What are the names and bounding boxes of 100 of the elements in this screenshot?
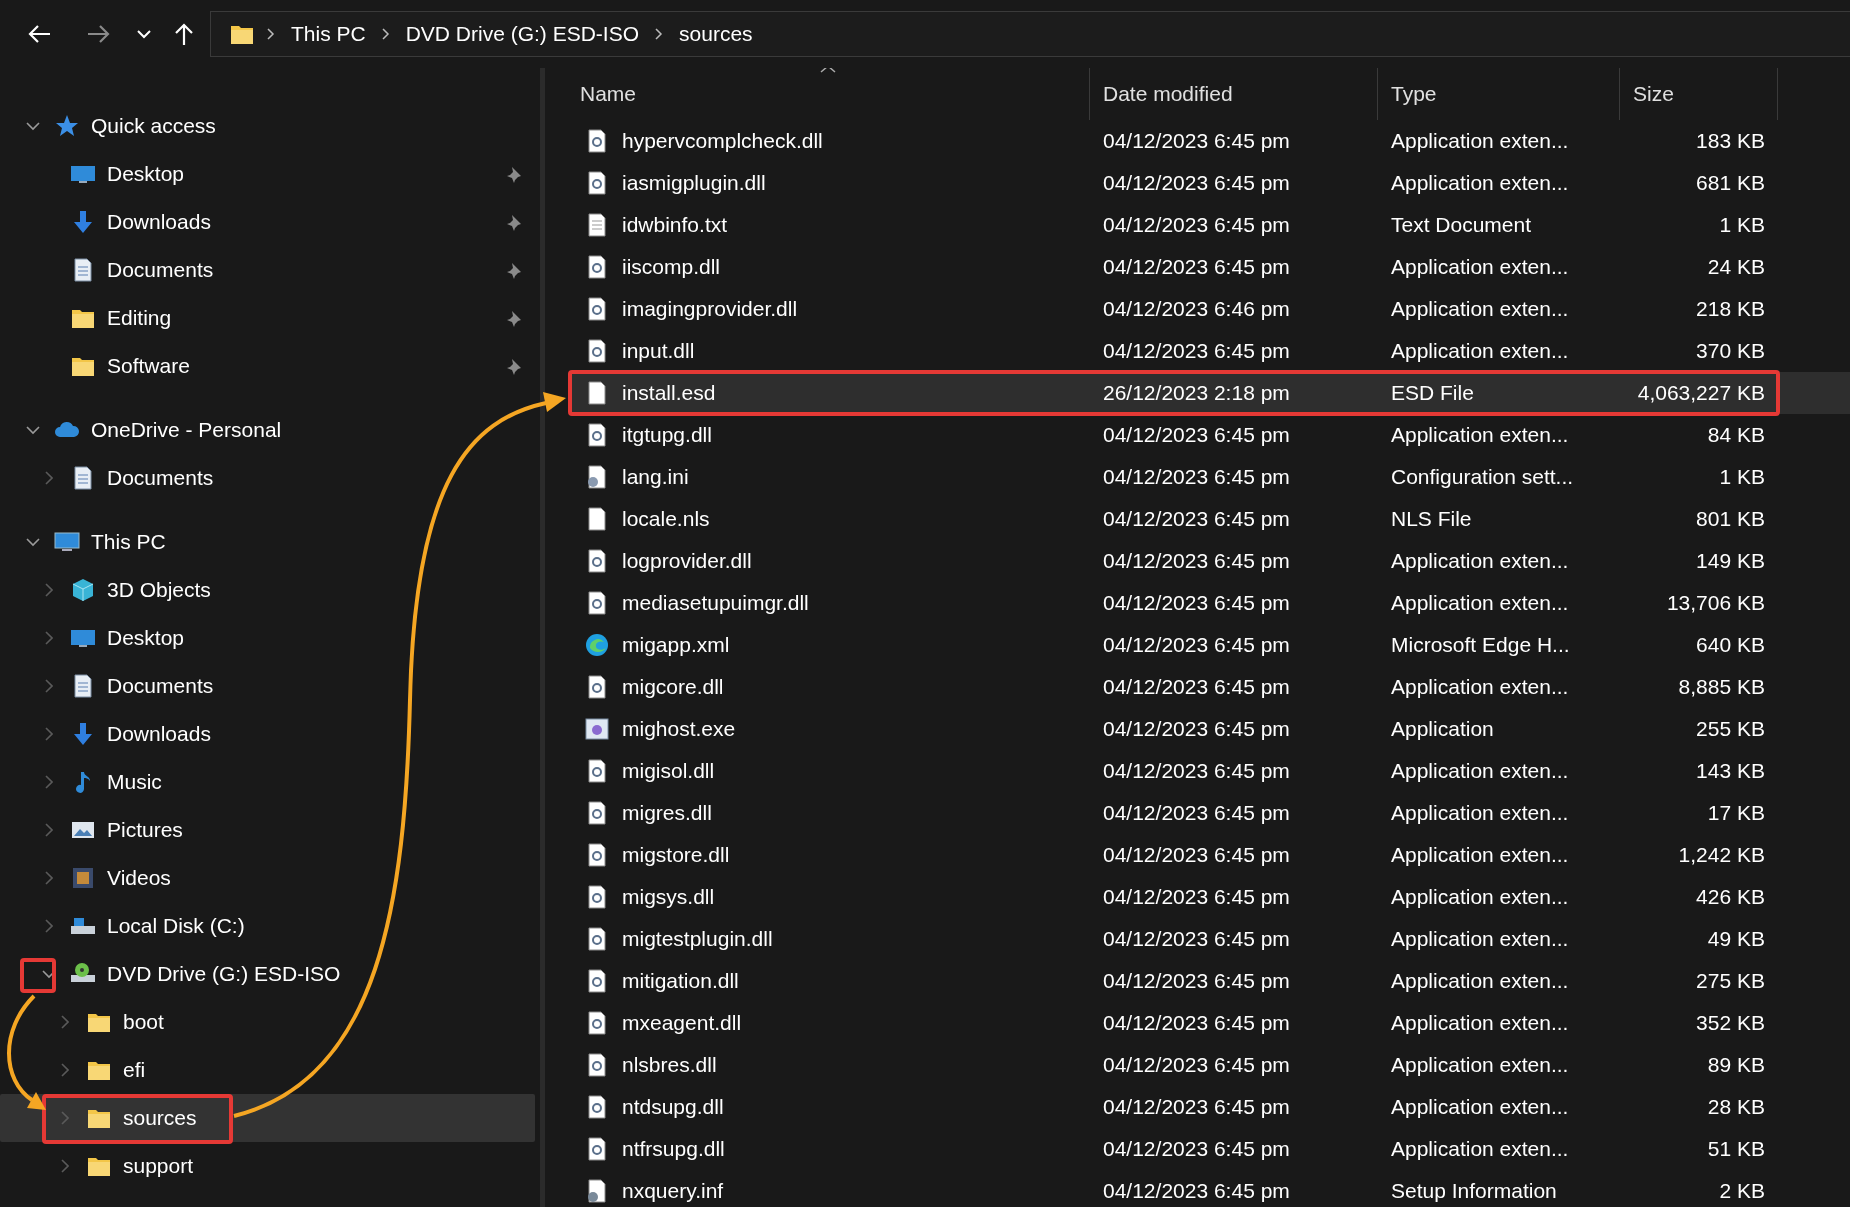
- sidebar-item[interactable]: Documents: [0, 246, 535, 294]
- date-cell-text: 04/12/2023 6:45 pm: [1102, 338, 1291, 364]
- column-header[interactable]: Type: [1378, 68, 1620, 120]
- file-row[interactable]: migisol.dll 04/12/2023 6:45 pm Application exten... 143 KB: [570, 750, 1850, 792]
- size-cell-text: 2 KB: [1718, 1178, 1766, 1204]
- column-header[interactable]: Name: [570, 68, 1090, 120]
- file-name: install.esd: [622, 381, 716, 405]
- forward-arrow-icon: [87, 24, 111, 44]
- file-row[interactable]: itgtupg.dll 04/12/2023 6:45 pm Application exten... 84 KB: [570, 414, 1850, 456]
- file-row[interactable]: migtestplugin.dll 04/12/2023 6:45 pm Application exten... 49 KB: [570, 918, 1850, 960]
- file-row[interactable]: mighost.exe 04/12/2023 6:45 pm Application 255 KB: [570, 708, 1850, 750]
- type-cell-text: Application exten...: [1390, 800, 1570, 826]
- chevron-right-icon[interactable]: [45, 631, 53, 645]
- type-cell-text: Setup Information: [1390, 1178, 1558, 1204]
- sidebar-item[interactable]: 3D Objects: [0, 566, 535, 614]
- file-row[interactable]: migres.dll 04/12/2023 6:45 pm Application exten... 17 KB: [570, 792, 1850, 834]
- chevron-down-icon[interactable]: [26, 425, 40, 435]
- sidebar-item[interactable]: Quick access: [0, 102, 535, 150]
- sidebar-item[interactable]: Documents: [0, 662, 535, 710]
- chevron-right-icon[interactable]: [45, 583, 53, 597]
- file-row[interactable]: imagingprovider.dll 04/12/2023 6:46 pm Application exten... 218 KB: [570, 288, 1850, 330]
- sidebar-item[interactable]: Local Disk (C:): [0, 902, 535, 950]
- type-cell-text: Application exten...: [1390, 1094, 1570, 1120]
- sidebar-item[interactable]: Editing: [0, 294, 535, 342]
- sidebar-item[interactable]: Downloads: [0, 198, 535, 246]
- size-cell-text: 149 KB: [1695, 548, 1766, 574]
- file-row[interactable]: idwbinfo.txt 04/12/2023 6:45 pm Text Document 1 KB: [570, 204, 1850, 246]
- sidebar-item[interactable]: Videos: [0, 854, 535, 902]
- size-cell-text: 13,706 KB: [1665, 590, 1766, 616]
- sidebar-item-label: Editing: [107, 306, 172, 330]
- file-row[interactable]: ntfrsupg.dll 04/12/2023 6:45 pm Application exten... 51 KB: [570, 1128, 1850, 1170]
- sidebar-item[interactable]: This PC: [0, 518, 535, 566]
- sidebar-item[interactable]: Software: [0, 342, 535, 390]
- sidebar-item[interactable]: Desktop: [0, 614, 535, 662]
- file-row[interactable]: migapp.xml 04/12/2023 6:45 pm Microsoft Edge H... 640 KB: [570, 624, 1850, 666]
- sidebar-item[interactable]: DVD Drive (G:) ESD-ISO: [0, 950, 535, 998]
- sidebar-item-label: Desktop: [107, 626, 185, 650]
- sidebar-item[interactable]: Music: [0, 758, 535, 806]
- sidebar-item[interactable]: boot: [0, 998, 535, 1046]
- chevron-right-icon[interactable]: [61, 1015, 69, 1029]
- sidebar-item[interactable]: OneDrive - Personal: [0, 406, 535, 454]
- chevron-right-icon[interactable]: [45, 775, 53, 789]
- sidebar-item[interactable]: sources: [0, 1094, 535, 1142]
- chevron-down-icon[interactable]: [26, 121, 40, 131]
- size-cell-text: 49 KB: [1706, 926, 1766, 952]
- file-row[interactable]: mitigation.dll 04/12/2023 6:45 pm Application exten... 275 KB: [570, 960, 1850, 1002]
- column-header[interactable]: Date modified: [1090, 68, 1378, 120]
- sidebar-item[interactable]: Pictures: [0, 806, 535, 854]
- chevron-right-icon[interactable]: [45, 679, 53, 693]
- file-row[interactable]: ntdsupg.dll 04/12/2023 6:45 pm Application exten... 28 KB: [570, 1086, 1850, 1128]
- sidebar-item-label: Music: [107, 770, 162, 794]
- file-row[interactable]: logprovider.dll 04/12/2023 6:45 pm Application exten... 149 KB: [570, 540, 1850, 582]
- sidebar-item-label: Documents: [107, 466, 214, 490]
- sidebar-item[interactable]: Desktop: [0, 150, 535, 198]
- file-row[interactable]: lang.ini 04/12/2023 6:45 pm Configuration sett... 1 KB: [570, 456, 1850, 498]
- sidebar-item[interactable]: support: [0, 1142, 535, 1190]
- column-header[interactable]: Size: [1620, 68, 1778, 120]
- file-row[interactable]: iasmigplugin.dll 04/12/2023 6:45 pm Application exten... 681 KB: [570, 162, 1850, 204]
- date-cell-text: 04/12/2023 6:45 pm: [1102, 632, 1291, 658]
- file-row[interactable]: migstore.dll 04/12/2023 6:45 pm Application exten... 1,242 KB: [570, 834, 1850, 876]
- file-row[interactable]: mediasetupuimgr.dll 04/12/2023 6:45 pm Application exten... 13,706 KB: [570, 582, 1850, 624]
- sidebar-item[interactable]: Documents: [0, 454, 535, 502]
- chevron-right-icon[interactable]: [45, 727, 53, 741]
- chevron-right-icon[interactable]: [45, 471, 53, 485]
- file-row[interactable]: nlsbres.dll 04/12/2023 6:45 pm Application exten... 89 KB: [570, 1044, 1850, 1086]
- file-row[interactable]: migcore.dll 04/12/2023 6:45 pm Application exten... 8,885 KB: [570, 666, 1850, 708]
- chevron-down-icon[interactable]: [26, 537, 40, 547]
- size-cell-text: 370 KB: [1695, 338, 1766, 364]
- chevron-right-icon[interactable]: [61, 1111, 69, 1125]
- file-row[interactable]: mxeagent.dll 04/12/2023 6:45 pm Application exten... 352 KB: [570, 1002, 1850, 1044]
- breadcrumb[interactable]: sources: [675, 22, 757, 46]
- size-cell-text: 28 KB: [1706, 1094, 1766, 1120]
- file-row[interactable]: install.esd 26/12/2023 2:18 pm ESD File 4,063,227 KB: [570, 372, 1850, 414]
- sidebar-item[interactable]: Downloads: [0, 710, 535, 758]
- date-cell-text: 04/12/2023 6:45 pm: [1102, 422, 1291, 448]
- chevron-right-icon[interactable]: [45, 919, 53, 933]
- file-row[interactable]: locale.nls 04/12/2023 6:45 pm NLS File 801 KB: [570, 498, 1850, 540]
- type-cell-text: Configuration sett...: [1390, 464, 1575, 490]
- chevron-right-icon[interactable]: [61, 1063, 69, 1077]
- breadcrumb[interactable]: This PC: [287, 22, 370, 46]
- swirl-icon: [584, 632, 610, 658]
- chevron-right-icon[interactable]: [45, 871, 53, 885]
- type-cell-text: Application exten...: [1390, 968, 1570, 994]
- sidebar-item[interactable]: efi: [0, 1046, 535, 1094]
- file-row[interactable]: input.dll 04/12/2023 6:45 pm Application exten... 370 KB: [570, 330, 1850, 372]
- file-name: lang.ini: [622, 465, 689, 489]
- sidebar-item-label: This PC: [91, 530, 166, 554]
- file-row[interactable]: iiscomp.dll 04/12/2023 6:45 pm Application exten... 24 KB: [570, 246, 1850, 288]
- file-row[interactable]: migsys.dll 04/12/2023 6:45 pm Application exten... 426 KB: [570, 876, 1850, 918]
- file-name: ntdsupg.dll: [622, 1095, 724, 1119]
- chevron-right-icon[interactable]: [61, 1159, 69, 1173]
- date-cell-text: 04/12/2023 6:45 pm: [1102, 464, 1291, 490]
- file-row[interactable]: nxquery.inf 04/12/2023 6:45 pm Setup Information 2 KB: [570, 1170, 1850, 1207]
- type-cell-text: Application exten...: [1390, 296, 1570, 322]
- address-bar[interactable]: This PC DVD Drive (G:) ESD-ISO sources: [210, 11, 1850, 57]
- chevron-right-icon[interactable]: [45, 823, 53, 837]
- type-cell-text: Application exten...: [1390, 842, 1570, 868]
- file-name: mediasetupuimgr.dll: [622, 591, 809, 615]
- breadcrumb[interactable]: DVD Drive (G:) ESD-ISO: [401, 22, 644, 46]
- file-row[interactable]: hypervcomplcheck.dll 04/12/2023 6:45 pm Application exten... 183 KB: [570, 120, 1850, 162]
